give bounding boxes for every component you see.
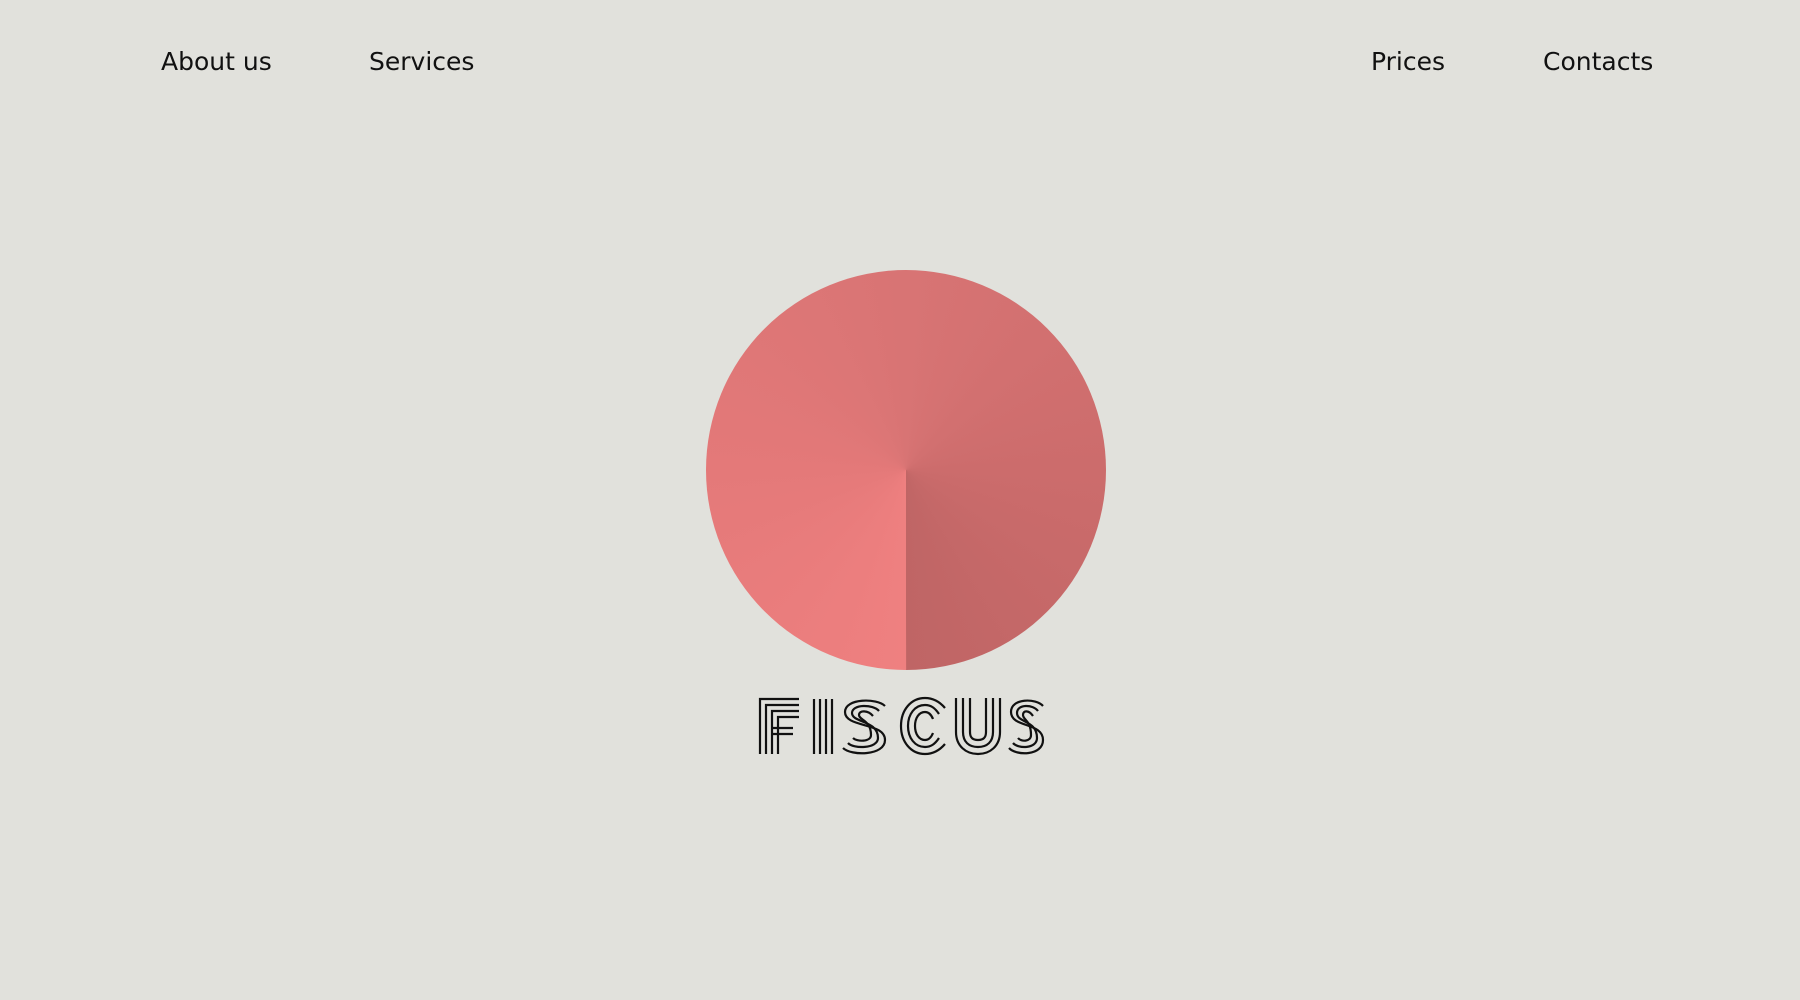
hero-logo-section	[0, 0, 1800, 1000]
fiscus-wordmark-icon	[758, 696, 1045, 756]
pie-circle-logo-icon	[706, 270, 1106, 670]
fiscus-wordmark-logo	[0, 690, 1800, 760]
